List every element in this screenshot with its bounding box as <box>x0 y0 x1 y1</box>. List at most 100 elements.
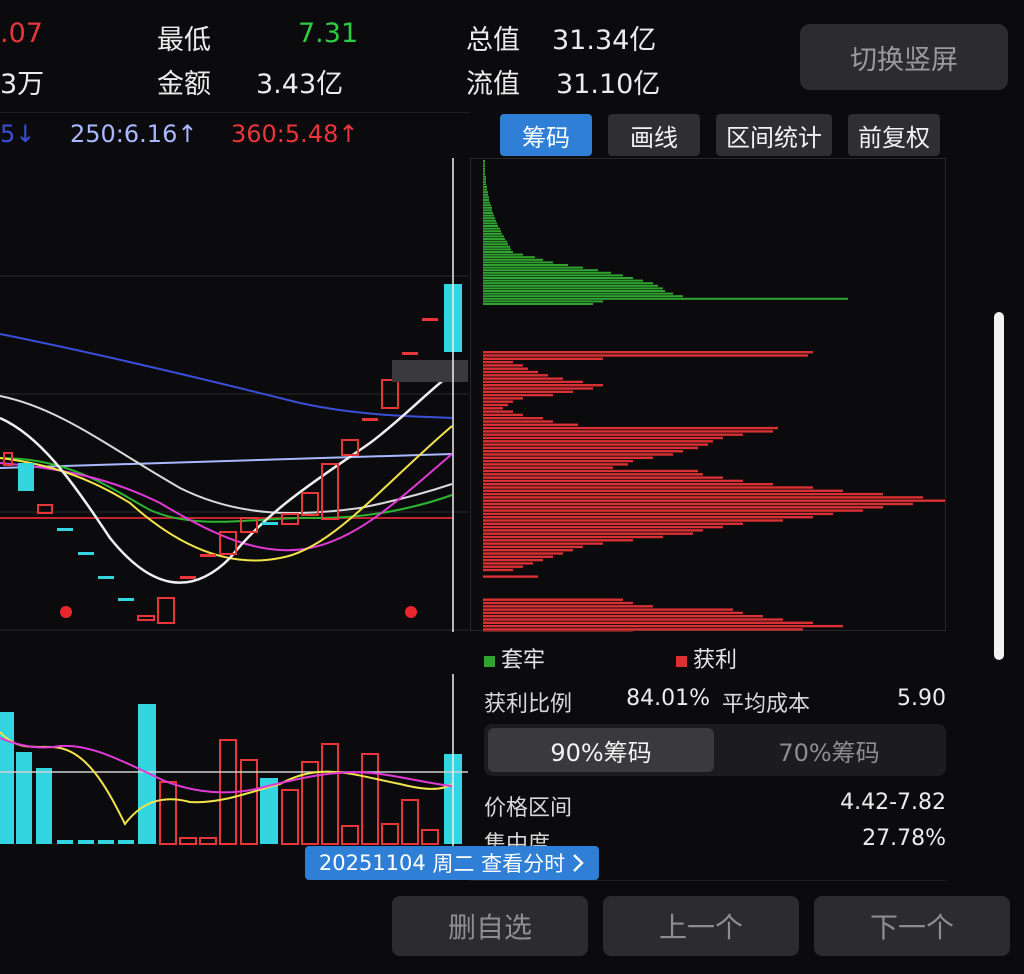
chip-bar-profit <box>483 413 523 417</box>
chip-bar-trapped <box>483 282 653 285</box>
chip-bar-profit <box>483 453 673 456</box>
chip-bar-trapped <box>483 222 497 225</box>
chip-bar-profit <box>483 506 883 509</box>
chip-bar-profit <box>483 502 913 506</box>
chip-bar-profit <box>483 357 603 360</box>
ma250-value: 250:6.16↑ <box>70 120 198 148</box>
chip-bar-profit <box>483 631 633 632</box>
candle <box>362 418 378 421</box>
switch-portrait-button[interactable]: 切换竖屏 <box>800 24 1008 90</box>
chip-bar-profit <box>483 463 628 466</box>
chip-bar-profit <box>483 545 583 549</box>
chip-bar-profit <box>483 351 813 354</box>
legend-trapped-label: 套牢 <box>501 648 546 673</box>
price-range-value: 4.42-7.82 <box>840 790 946 815</box>
chip-bar-trapped <box>483 300 603 303</box>
chip-bar-trapped <box>483 227 500 230</box>
legend-profit-swatch <box>676 656 687 667</box>
chip-bar-trapped <box>483 248 511 251</box>
remove-watchlist-button[interactable]: 删自选 <box>392 896 588 956</box>
chip-bar-trapped <box>483 235 504 238</box>
volume-bar <box>16 752 32 844</box>
chip-distribution-chart[interactable] <box>470 158 948 632</box>
chip-bar-profit <box>483 423 578 426</box>
chip-bar-profit <box>483 473 703 476</box>
chip-bar-trapped <box>483 287 663 290</box>
candle <box>262 522 278 525</box>
chip-bar-profit <box>483 535 663 539</box>
chip-bar-trapped <box>483 261 553 264</box>
candle <box>57 528 73 531</box>
candle <box>200 554 216 557</box>
tab-range-stats[interactable]: 区间统计 <box>716 114 832 156</box>
volume-bar <box>199 837 217 845</box>
chip-bar-profit <box>483 367 528 370</box>
chip-bar-profit <box>483 459 633 463</box>
next-button[interactable]: 下一个 <box>814 896 1010 956</box>
volume-chart[interactable] <box>0 674 468 846</box>
divider <box>0 112 470 113</box>
chip-bar-profit <box>483 390 573 393</box>
date-tooltip[interactable]: 20251104 周二 查看分时 <box>305 846 599 880</box>
scrollbar[interactable] <box>994 312 1004 660</box>
candle <box>98 576 114 579</box>
chip-bar-profit <box>483 492 883 496</box>
chip-bar-profit <box>483 522 743 525</box>
chip-bar-profit <box>483 456 653 459</box>
profit-ratio-label: 获利比例 <box>484 692 573 717</box>
chip-bar-trapped <box>483 225 498 227</box>
chip-bar-trapped <box>483 209 492 212</box>
ma-line-yellow <box>0 425 453 562</box>
legend-trapped-swatch <box>484 656 495 667</box>
chip-bar-trapped <box>483 212 493 214</box>
divider <box>470 880 946 881</box>
chip-bars <box>483 160 945 632</box>
chip-bar-profit <box>483 496 923 499</box>
volume-bar <box>401 799 419 845</box>
chip-bar-trapped <box>483 290 665 292</box>
chip-bar-trapped <box>483 251 513 253</box>
tab-forward-adjust[interactable]: 前复权 <box>848 114 940 156</box>
chip-bar-trapped <box>483 191 488 194</box>
volume-bar <box>36 768 52 844</box>
kline-chart[interactable] <box>0 158 468 632</box>
segment-70-percent[interactable]: 70%筹码 <box>716 728 942 772</box>
chip-bar-profit <box>483 562 533 565</box>
previous-button[interactable]: 上一个 <box>603 896 799 956</box>
chip-bar-profit <box>483 615 763 618</box>
tab-draw-line[interactable]: 画线 <box>608 114 700 156</box>
chip-bar-trapped <box>483 279 643 282</box>
total-cap-label: 总值 <box>466 25 520 56</box>
chip-bar-profit <box>483 430 773 433</box>
chip-bar-trapped <box>483 206 492 209</box>
volume-bar <box>361 753 379 845</box>
chip-bar-profit <box>483 542 603 545</box>
chip-bar-profit <box>483 387 593 390</box>
chip-bar-trapped <box>483 199 489 201</box>
signal-dot <box>60 606 72 618</box>
chip-bar-profit <box>483 384 603 387</box>
amount-value: 3.43亿 <box>256 69 344 100</box>
segment-90-percent[interactable]: 90%筹码 <box>488 728 714 772</box>
chip-bar-profit <box>483 608 733 611</box>
chip-bar-trapped <box>483 245 510 248</box>
float-cap-label: 流值 <box>466 69 520 100</box>
signal-dot <box>405 606 417 618</box>
tab-chips[interactable]: 筹码 <box>500 114 592 156</box>
candle <box>422 318 438 321</box>
candle <box>18 463 34 491</box>
ma360-value: 360:5.48↑ <box>231 120 359 148</box>
chip-bar-trapped <box>483 258 543 261</box>
chip-bar-profit <box>483 552 563 555</box>
chip-bar-trapped <box>483 295 683 298</box>
chip-bar-profit <box>483 370 538 374</box>
chip-bar-profit <box>483 450 683 453</box>
profit-ratio-value: 84.01% <box>626 686 710 711</box>
chip-bar-profit <box>483 575 538 578</box>
chip-bar-trapped <box>483 266 583 269</box>
volume-bar <box>179 837 197 845</box>
chip-bar-trapped <box>483 193 488 196</box>
volume-bar <box>421 829 439 845</box>
float-cap-value: 31.10亿 <box>556 69 661 100</box>
avg-cost-label: 平均成本 <box>722 692 811 717</box>
